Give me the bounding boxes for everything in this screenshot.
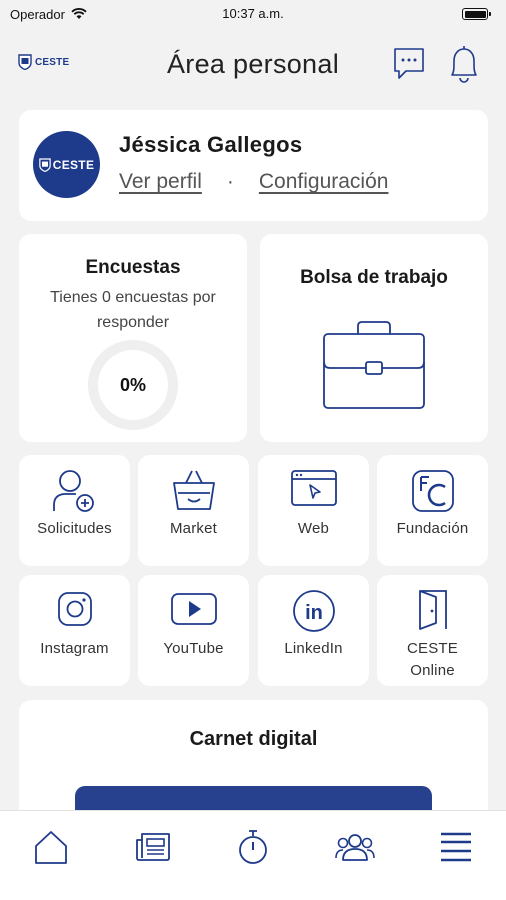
tab-news[interactable] — [128, 827, 178, 867]
tile-label: CESTE Online — [406, 640, 458, 679]
view-profile-link[interactable]: Ver perfil — [119, 170, 202, 194]
surveys-progress-ring: 0% — [88, 340, 178, 430]
tab-community[interactable] — [330, 827, 380, 867]
digital-card-title: Carnet digital — [189, 728, 318, 750]
tile-label: Web — [297, 520, 330, 537]
stopwatch-icon — [239, 830, 267, 864]
avatar: CESTE — [33, 131, 100, 198]
avatar-text: CESTE — [52, 157, 95, 172]
svg-text:in: in — [305, 602, 323, 624]
jobs-title: Bolsa de trabajo — [300, 267, 448, 288]
tile-label: Solicitudes — [37, 520, 112, 537]
tab-timer[interactable] — [228, 827, 278, 867]
notifications-button[interactable] — [446, 44, 482, 84]
carrier-group: Operador — [10, 7, 87, 22]
app-header: CESTE Área personal — [0, 30, 506, 100]
fc-logo-icon — [411, 470, 454, 512]
linkedin-icon: in — [292, 590, 335, 632]
battery-icon — [462, 8, 491, 20]
page-title: Área personal — [166, 49, 339, 79]
surveys-subtitle: Tienes 0 encuestas por responder — [50, 289, 216, 331]
tile-label: YouTube — [163, 640, 224, 657]
bottom-tab-bar — [0, 810, 506, 900]
basket-icon — [172, 470, 215, 510]
profile-card: CESTE Jéssica Gallegos Ver perfil · Conf… — [19, 110, 488, 221]
tile-solicitudes[interactable]: Solicitudes — [19, 455, 130, 566]
tile-fundacion[interactable]: Fundación — [377, 455, 488, 566]
chat-icon — [394, 48, 424, 79]
surveys-title: Encuestas — [85, 257, 181, 278]
tile-market[interactable]: Market — [138, 455, 249, 566]
door-icon — [418, 590, 447, 630]
status-bar: Operador 10:37 a.m. — [0, 0, 506, 28]
youtube-icon — [170, 593, 217, 625]
community-icon — [335, 834, 375, 861]
carrier-label: Operador — [10, 6, 65, 22]
user-name: Jéssica Gallegos — [119, 132, 303, 157]
tile-linkedin[interactable]: in LinkedIn — [258, 575, 369, 686]
tab-home[interactable] — [26, 827, 76, 867]
bell-icon — [451, 46, 477, 83]
browser-cursor-icon — [290, 470, 337, 506]
surveys-card[interactable]: Encuestas Tienes 0 encuestas por respond… — [19, 234, 247, 442]
surveys-percent: 0% — [119, 374, 146, 395]
user-add-icon — [52, 470, 94, 512]
tile-label: Fundación — [396, 520, 469, 537]
tile-label: Market — [169, 520, 218, 537]
tile-ceste-online[interactable]: CESTE Online — [377, 575, 488, 686]
messages-button[interactable] — [391, 44, 427, 84]
link-separator: · — [226, 170, 234, 193]
menu-icon — [441, 832, 471, 862]
instagram-icon — [57, 592, 92, 626]
settings-link[interactable]: Configuración — [259, 170, 389, 194]
profile-links: Ver perfil · Configuración — [119, 170, 388, 194]
tile-youtube[interactable]: YouTube — [138, 575, 249, 686]
briefcase-icon — [323, 321, 425, 409]
jobs-card[interactable]: Bolsa de trabajo — [260, 234, 488, 442]
tab-menu[interactable] — [431, 827, 481, 867]
shield-icon — [38, 157, 51, 172]
wifi-icon — [71, 8, 87, 19]
tile-instagram[interactable]: Instagram — [19, 575, 130, 686]
tile-web[interactable]: Web — [258, 455, 369, 566]
tile-label: LinkedIn — [284, 640, 343, 657]
news-icon — [136, 833, 170, 861]
tile-label: Instagram — [40, 640, 109, 657]
home-icon — [35, 831, 67, 864]
